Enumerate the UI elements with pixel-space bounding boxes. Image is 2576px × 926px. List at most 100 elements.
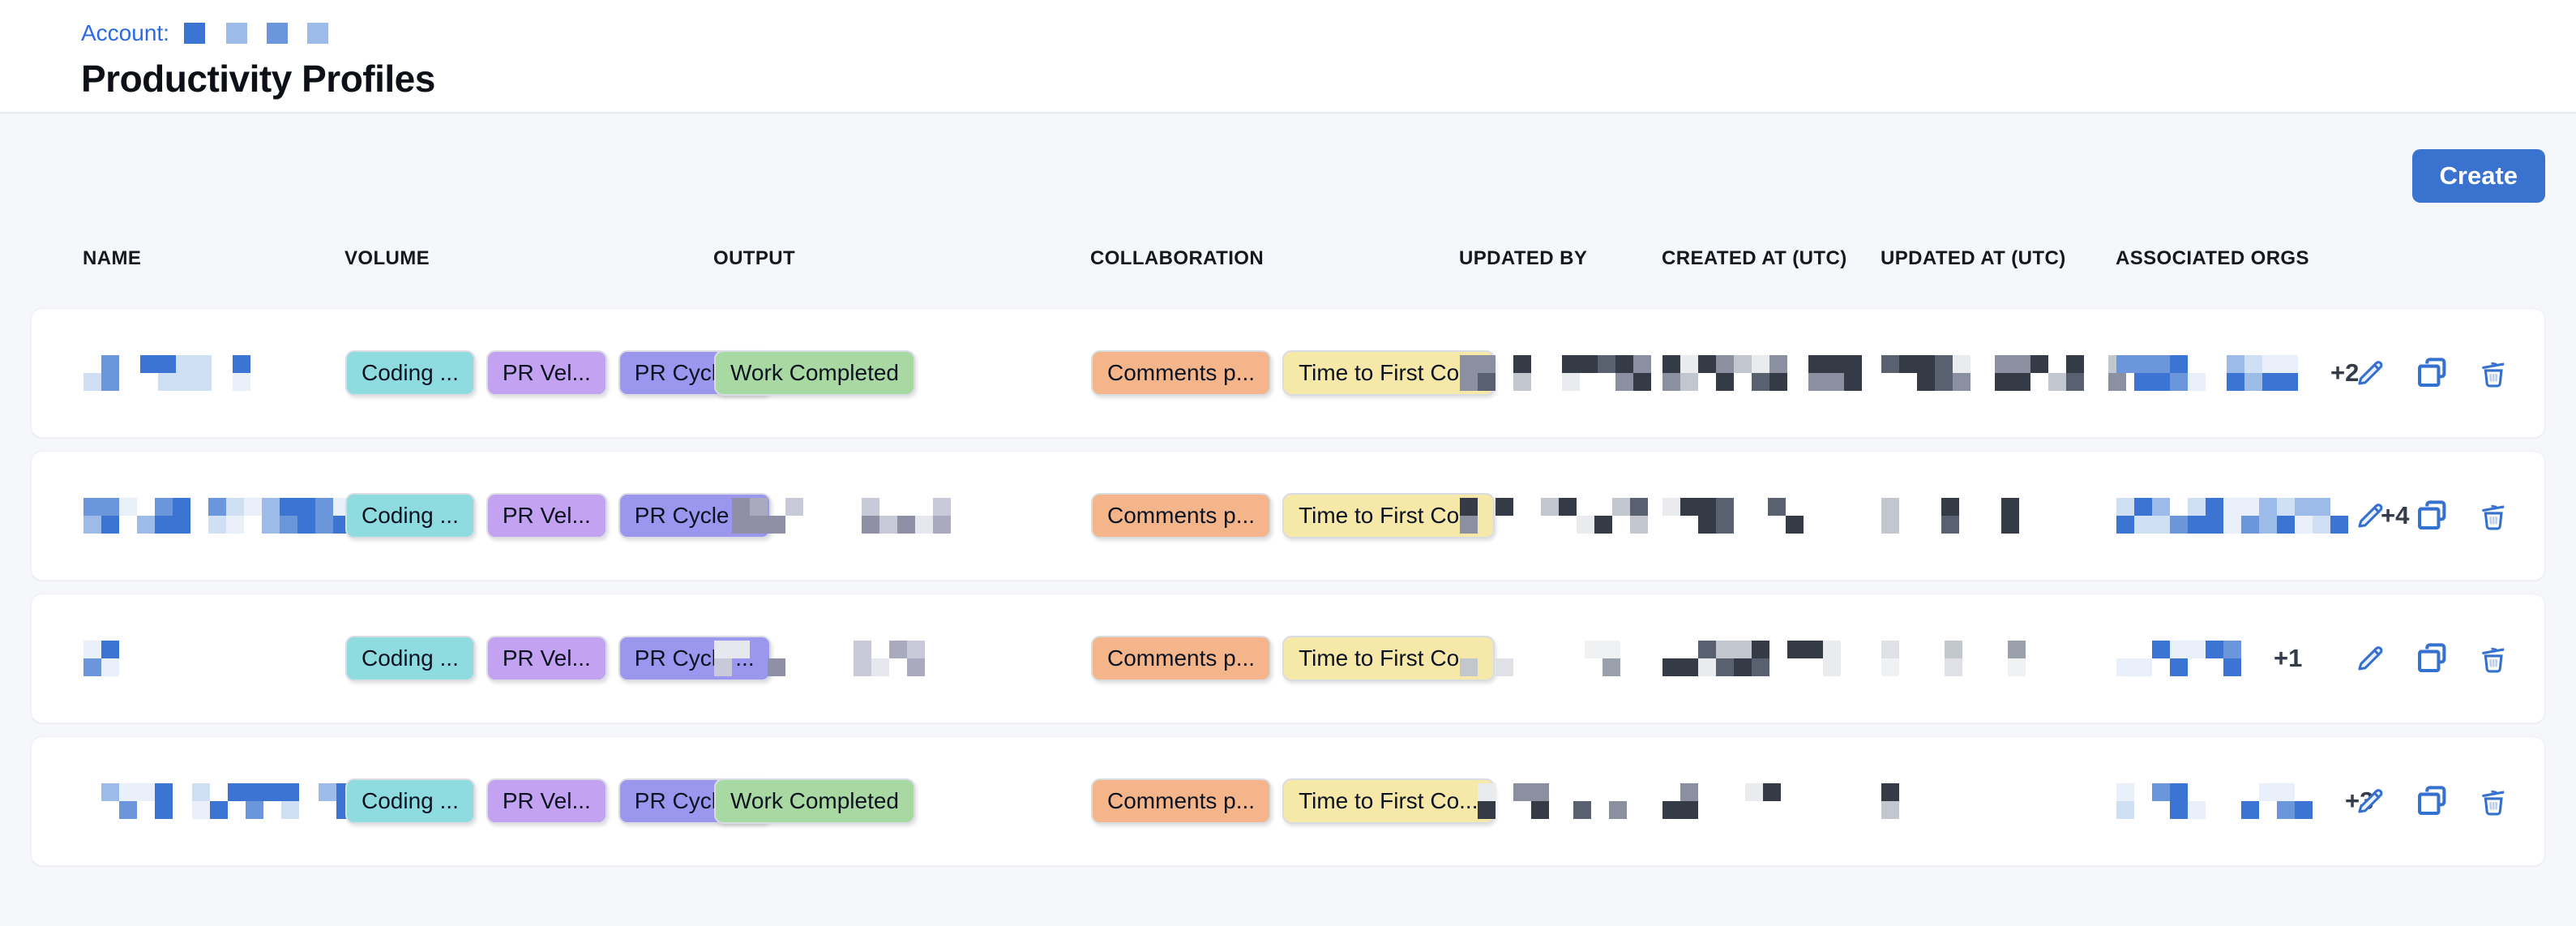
table-header: NAMEVOLUMEOUTPUTCOLLABORATIONUPDATED BYC… (31, 247, 2545, 271)
duplicate-button[interactable] (2413, 354, 2450, 392)
associated-orgs-cell: +4 (2116, 498, 2323, 534)
actions-cell (2323, 497, 2512, 534)
volume-cell: Coding ...PR Vel...PR Cycle ... (345, 493, 714, 538)
actions-cell (2323, 354, 2512, 392)
badge-coding: Coding ... (345, 636, 475, 681)
pencil-icon (2351, 497, 2389, 534)
name-cell (83, 498, 345, 534)
updated-at-cell (1881, 498, 2116, 534)
volume-cell: Coding ...PR Vel...PR Cycle ... (345, 636, 714, 681)
column-header-updated-by: UPDATED BY (1459, 247, 1662, 270)
collaboration-cell: Comments p...Time to First Co... (1091, 636, 1460, 681)
name-cell (83, 355, 345, 391)
collaboration-cell: Comments p...Time to First Co... (1091, 350, 1460, 396)
column-header-created-at-utc: CREATED AT (UTC) (1662, 247, 1881, 270)
created-at-redacted (1662, 641, 1841, 676)
updated-by-cell (1460, 641, 1662, 676)
table-row: Coding ...PR Vel...PR Cycle ...Work Comp… (31, 308, 2545, 438)
created-at-cell (1662, 641, 1881, 676)
trash-icon (2475, 354, 2512, 392)
edit-button[interactable] (2351, 354, 2389, 392)
badge-comments: Comments p... (1091, 350, 1271, 396)
updated-by-cell (1460, 355, 1662, 391)
badge-pr-velocity: PR Vel... (486, 778, 607, 824)
main-content: Create NAMEVOLUMEOUTPUTCOLLABORATIONUPDA… (0, 114, 2576, 866)
delete-button[interactable] (2475, 497, 2512, 534)
pencil-icon (2351, 640, 2389, 677)
page-title: Productivity Profiles (81, 57, 2576, 101)
badge-comments: Comments p... (1091, 636, 1271, 681)
updated-at-cell (1881, 641, 2116, 676)
badge-pr-velocity: PR Vel... (486, 636, 607, 681)
associated-orgs-redacted (2116, 498, 2348, 534)
column-header-collaboration: COLLABORATION (1090, 247, 1459, 270)
create-button[interactable]: Create (2412, 149, 2546, 203)
badge-work-completed: Work Completed (714, 350, 915, 396)
updated-at-cell (1881, 783, 2116, 819)
trash-icon (2475, 640, 2512, 677)
output-cell: Work Completed (714, 350, 1091, 396)
table-body: Coding ...PR Vel...PR Cycle ...Work Comp… (31, 308, 2545, 866)
badge-coding: Coding ... (345, 493, 475, 538)
associated-orgs-cell: +2 (2116, 355, 2323, 391)
name-cell (83, 783, 345, 819)
associated-orgs-more-count: +1 (2274, 644, 2302, 673)
updated-at-redacted (1881, 783, 1899, 819)
created-at-redacted (1662, 355, 1862, 391)
volume-cell: Coding ...PR Vel...PR Cycle ... (345, 778, 714, 824)
updated-at-redacted (1881, 355, 2126, 391)
copy-icon (2413, 354, 2450, 392)
badge-pr-velocity: PR Vel... (486, 350, 607, 396)
badge-pr-velocity: PR Vel... (486, 493, 607, 538)
collaboration-cell: Comments p...Time to First Co... (1091, 778, 1460, 824)
updated-by-redacted (1460, 355, 1651, 391)
associated-orgs-cell: +3 (2116, 783, 2323, 819)
delete-button[interactable] (2475, 354, 2512, 392)
account-breadcrumb: Account: (81, 19, 2576, 47)
output-cell (714, 641, 1091, 676)
created-at-redacted (1662, 498, 1804, 534)
associated-orgs-redacted (2116, 355, 2298, 391)
associated-orgs-cell: +1 (2116, 641, 2323, 676)
created-at-cell (1662, 498, 1881, 534)
updated-at-redacted (1881, 498, 2019, 534)
output-cell: Work Completed (714, 778, 1091, 824)
profile-name-link-redacted[interactable] (83, 355, 268, 391)
actions-cell (2323, 782, 2512, 820)
duplicate-button[interactable] (2413, 782, 2450, 820)
profile-name-link-redacted[interactable] (83, 641, 119, 676)
volume-cell: Coding ...PR Vel...PR Cycle ... (345, 350, 714, 396)
duplicate-button[interactable] (2413, 640, 2450, 677)
pencil-icon (2351, 354, 2389, 392)
output-redacted (714, 641, 943, 676)
delete-button[interactable] (2475, 782, 2512, 820)
table-row: Coding ...PR Vel...PR Cycle ...Work Comp… (31, 736, 2545, 866)
updated-by-redacted (1460, 641, 1620, 676)
trash-icon (2475, 782, 2512, 820)
associated-orgs-redacted (2116, 641, 2241, 676)
updated-by-redacted (1460, 498, 1648, 534)
edit-button[interactable] (2351, 782, 2389, 820)
column-header-updated-at-utc: UPDATED AT (UTC) (1881, 247, 2116, 270)
actions-cell (2323, 640, 2512, 677)
updated-at-redacted (1881, 641, 2026, 676)
name-cell (83, 641, 345, 676)
account-name-redacted[interactable] (184, 23, 328, 44)
badge-coding: Coding ... (345, 778, 475, 824)
table-row: Coding ...PR Vel...PR Cycle ... Comments … (31, 451, 2545, 581)
updated-by-redacted (1460, 783, 1627, 819)
badge-work-completed: Work Completed (714, 778, 915, 824)
account-link[interactable]: Account: (81, 20, 169, 46)
collaboration-cell: Comments p...Time to First Co... (1091, 493, 1460, 538)
edit-button[interactable] (2351, 497, 2389, 534)
associated-orgs-redacted (2116, 783, 2313, 819)
badge-comments: Comments p... (1091, 493, 1271, 538)
column-header-name: NAME (83, 247, 344, 270)
updated-at-cell (1881, 355, 2116, 391)
edit-button[interactable] (2351, 640, 2389, 677)
column-header-associated-orgs: ASSOCIATED ORGS (2116, 247, 2322, 270)
delete-button[interactable] (2475, 640, 2512, 677)
toolbar: Create (31, 114, 2545, 203)
duplicate-button[interactable] (2413, 497, 2450, 534)
profile-name-link-redacted[interactable] (83, 498, 351, 534)
